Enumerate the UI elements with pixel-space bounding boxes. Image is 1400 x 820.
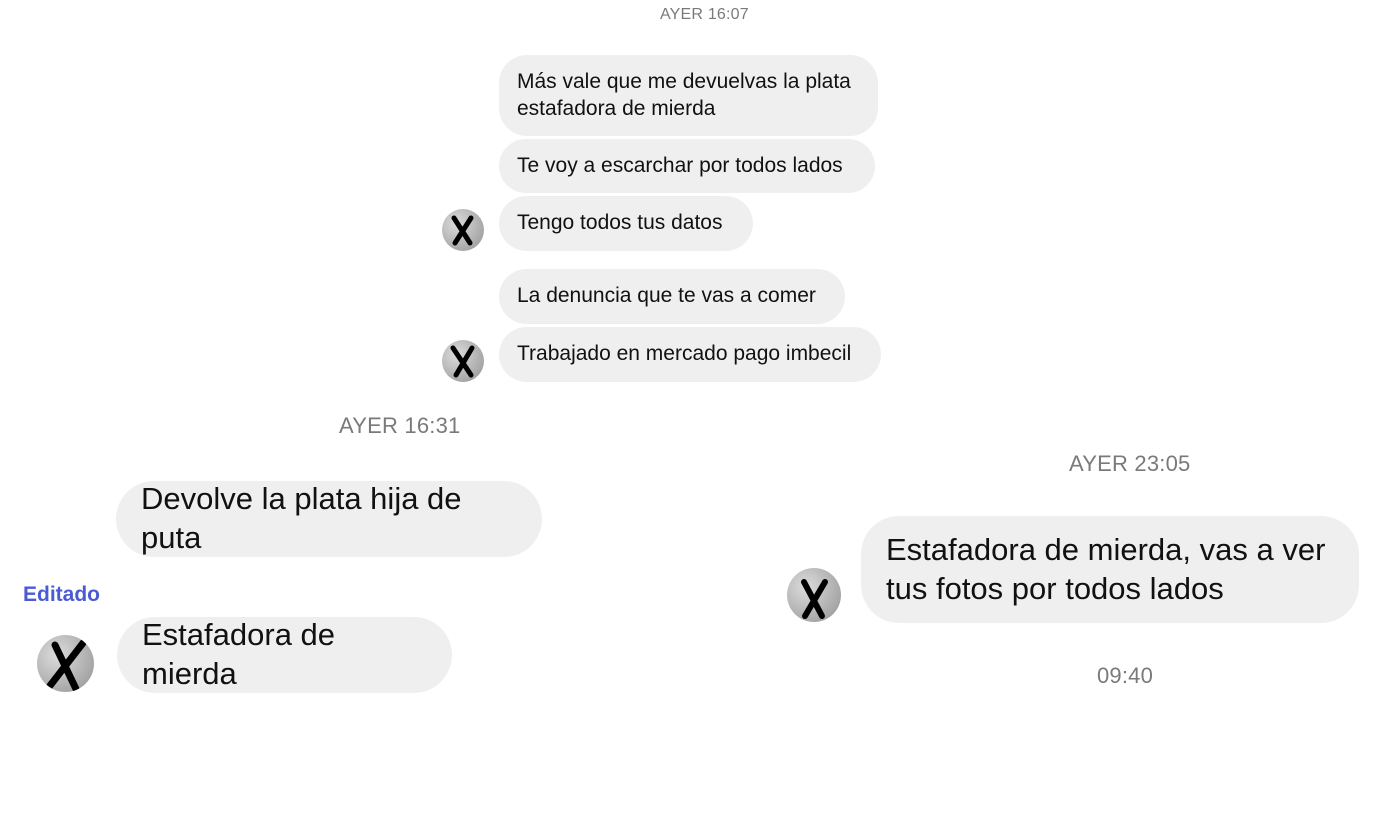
crossed-out-avatar-icon: [45, 639, 87, 692]
message-bubble[interactable]: Más vale que me devuelvas la plata estaf…: [499, 55, 878, 136]
crossed-out-avatar-icon: [451, 215, 474, 246]
message-bubble[interactable]: Trabajado en mercado pago imbecil: [499, 327, 881, 382]
edited-label: Editado: [23, 583, 100, 606]
message-text: Estafadora de mierda: [142, 617, 336, 691]
crossed-out-avatar-icon: [450, 345, 475, 378]
message-text: Tengo todos tus datos: [517, 211, 723, 235]
timestamp: AYER 16:07: [660, 6, 749, 23]
message-text: Devolve la plata hija de puta: [141, 481, 462, 555]
message-bubble[interactable]: La denuncia que te vas a comer: [499, 269, 845, 324]
avatar[interactable]: [787, 568, 841, 622]
message-bubble[interactable]: Te voy a escarchar por todos lados: [499, 139, 875, 193]
avatar[interactable]: [442, 209, 484, 251]
timestamp: 09:40: [1097, 663, 1154, 688]
message-bubble[interactable]: Tengo todos tus datos: [499, 196, 753, 251]
avatar[interactable]: [37, 635, 94, 692]
avatar[interactable]: [442, 340, 484, 382]
message-text: Estafadora de mierda, vas a ver tus foto…: [886, 531, 1326, 606]
message-text: Más vale que me devuelvas la plata estaf…: [517, 70, 851, 120]
message-bubble[interactable]: Estafadora de mierda: [117, 617, 452, 693]
message-text: Te voy a escarchar por todos lados: [517, 153, 843, 177]
crossed-out-avatar-icon: [801, 579, 828, 619]
message-bubble[interactable]: Devolve la plata hija de puta: [116, 481, 542, 557]
message-text: Trabajado en mercado pago imbecil: [517, 342, 852, 366]
message-text: La denuncia que te vas a comer: [517, 284, 816, 308]
timestamp: AYER 16:31: [339, 413, 461, 438]
message-bubble[interactable]: Estafadora de mierda, vas a ver tus foto…: [861, 516, 1359, 623]
timestamp: AYER 23:05: [1069, 451, 1191, 476]
